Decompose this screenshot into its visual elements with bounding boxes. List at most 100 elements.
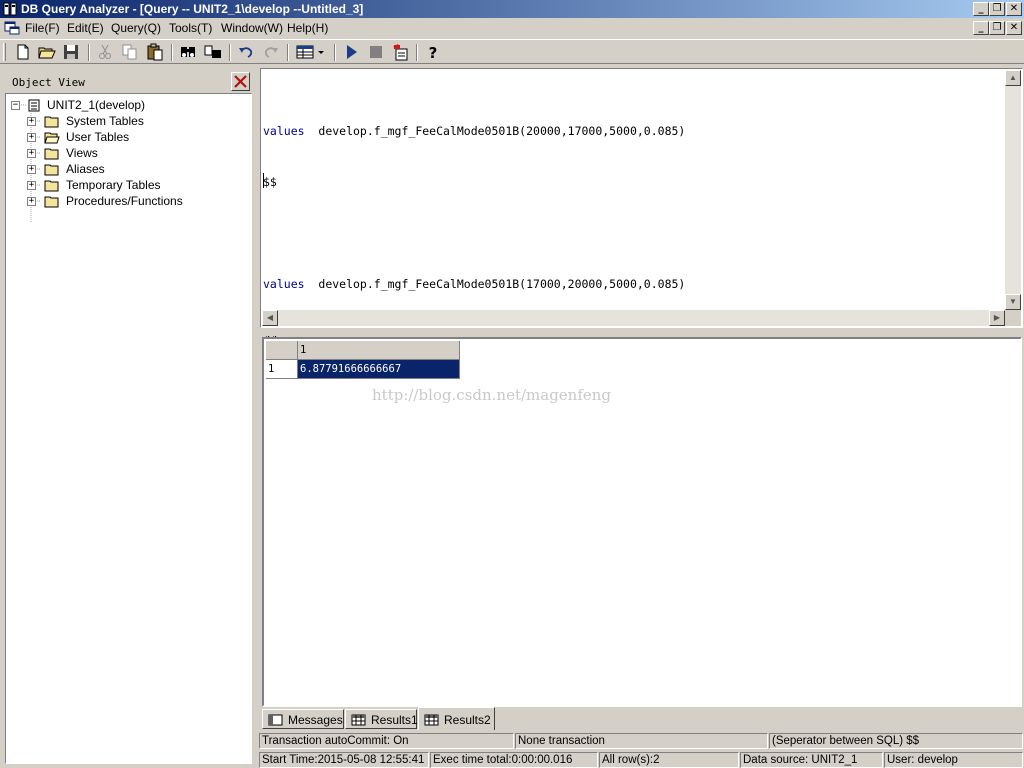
replace-icon[interactable] xyxy=(204,43,222,61)
scroll-left-button[interactable]: ◀ xyxy=(262,310,278,326)
tab-results1[interactable]: Results1 xyxy=(345,709,418,729)
status-transaction: None transaction xyxy=(515,733,768,749)
row-header[interactable]: 1 xyxy=(266,360,298,379)
tab-messages[interactable]: Messages xyxy=(262,709,344,729)
status-exec-time: Exec time total:0:00:00.016 xyxy=(430,752,598,768)
object-view-title: Object View xyxy=(12,76,85,89)
window-title: DB Query Analyzer - [Query -- UNIT2_1\de… xyxy=(21,2,364,16)
results-grid-panel[interactable]: 1 1 6.87791666666667 http://blog.csdn.ne… xyxy=(262,337,1022,707)
toolbar-separator xyxy=(416,44,418,61)
status-row-count: All row(s):2 xyxy=(599,752,739,768)
export-icon[interactable] xyxy=(392,43,410,61)
expand-icon[interactable]: + xyxy=(27,133,36,142)
tree-item-system-tables[interactable]: + System Tables xyxy=(6,113,251,129)
folder-icon xyxy=(44,196,59,208)
copy-icon[interactable] xyxy=(121,43,139,61)
help-icon[interactable]: ? xyxy=(424,43,442,61)
expand-icon[interactable]: + xyxy=(27,117,36,126)
doc-minimize-button[interactable]: _ xyxy=(973,21,989,35)
column-header[interactable]: 1 xyxy=(298,341,460,360)
find-icon[interactable] xyxy=(179,43,197,61)
close-button[interactable]: ✕ xyxy=(1006,2,1022,16)
vertical-scrollbar[interactable]: ▲ ▼ xyxy=(1005,70,1021,310)
expand-icon[interactable]: + xyxy=(27,197,36,206)
new-file-icon[interactable] xyxy=(14,43,32,61)
open-folder-icon[interactable] xyxy=(38,43,56,61)
toolbar-separator xyxy=(229,44,231,61)
tree-root[interactable]: − UNIT2_1(develop) xyxy=(6,97,251,113)
redo-icon[interactable] xyxy=(262,43,280,61)
menu-edit[interactable]: Edit(E) xyxy=(67,21,104,35)
sql-editor[interactable]: values develop.f_mgf_FeeCalMode0501B(200… xyxy=(260,68,1023,342)
folder-icon xyxy=(44,148,59,160)
tab-label: Results1 xyxy=(371,713,418,727)
grid-view-icon[interactable] xyxy=(296,43,326,61)
result-tabs: Messages Results1 Results2 xyxy=(260,707,1024,731)
grid-icon xyxy=(424,714,439,726)
status-bar-top: Transaction autoCommit: On None transact… xyxy=(259,732,1024,750)
toolbar-separator xyxy=(334,44,336,61)
tree-item-user-tables[interactable]: + User Tables xyxy=(6,129,251,145)
database-icon xyxy=(28,99,40,112)
grid-cell-selected[interactable]: 6.87791666666667 xyxy=(298,360,460,379)
folder-icon xyxy=(44,164,59,176)
tree-root-label: UNIT2_1(develop) xyxy=(47,98,146,112)
app-icon xyxy=(3,2,17,16)
tree-item-label: Aliases xyxy=(66,162,105,176)
tree-item-procedures-functions[interactable]: + Procedures/Functions xyxy=(6,193,251,209)
code-text: develop.f_mgf_FeeCalMode0501B(20000,1700… xyxy=(304,124,686,138)
menu-tools[interactable]: Tools(T) xyxy=(169,21,212,35)
undo-icon[interactable] xyxy=(237,43,255,61)
expand-icon[interactable]: + xyxy=(27,181,36,190)
menu-query[interactable]: Query(Q) xyxy=(111,21,161,35)
sql-keyword: values xyxy=(263,124,305,138)
toolbar-grip[interactable] xyxy=(3,43,6,61)
object-tree[interactable]: − UNIT2_1(develop) + System Tables + Use… xyxy=(5,93,252,764)
tab-results2[interactable]: Results2 xyxy=(418,707,495,730)
open-folder-icon xyxy=(44,132,60,144)
vertical-splitter[interactable] xyxy=(254,66,259,768)
paste-icon[interactable] xyxy=(146,43,164,61)
scroll-down-button[interactable]: ▼ xyxy=(1005,294,1021,310)
title-bar[interactable]: DB Query Analyzer - [Query -- UNIT2_1\de… xyxy=(0,0,1024,18)
messages-icon xyxy=(268,714,283,726)
doc-restore-button[interactable]: ❐ xyxy=(989,21,1005,35)
tab-label: Results2 xyxy=(444,713,491,727)
menu-file[interactable]: File(F) xyxy=(25,21,60,35)
menu-bar: File(F) Edit(E) Query(Q) Tools(T) Window… xyxy=(0,18,1024,38)
document-window-icon[interactable] xyxy=(4,21,20,35)
status-separator: (Seperator between SQL) $$ xyxy=(769,733,1023,749)
code-line: $$ xyxy=(263,174,685,191)
tree-item-temporary-tables[interactable]: + Temporary Tables xyxy=(6,177,251,193)
horizontal-scrollbar[interactable]: ◀ ▶ xyxy=(262,310,1005,326)
expand-icon[interactable]: + xyxy=(27,149,36,158)
stop-icon[interactable] xyxy=(367,43,385,61)
cut-icon[interactable] xyxy=(96,43,114,61)
expand-icon[interactable]: + xyxy=(27,165,36,174)
status-bar-bottom: Start Time:2015-05-08 12:55:41 Exec time… xyxy=(259,751,1024,768)
doc-close-button[interactable]: ✕ xyxy=(1006,21,1022,35)
menu-window[interactable]: Window(W) xyxy=(221,21,283,35)
object-view-close-button[interactable] xyxy=(231,72,250,91)
object-view-panel: Object View − UNIT2_1(develop) + System … xyxy=(3,70,253,766)
tree-item-views[interactable]: + Views xyxy=(6,145,251,161)
folder-icon xyxy=(44,116,59,128)
minimize-button[interactable]: _ xyxy=(973,2,989,16)
scroll-up-button[interactable]: ▲ xyxy=(1005,70,1021,86)
scroll-right-button[interactable]: ▶ xyxy=(989,310,1005,326)
execute-icon[interactable] xyxy=(343,43,361,61)
menu-help[interactable]: Help(H) xyxy=(287,21,328,35)
tab-label: Messages xyxy=(288,713,343,727)
restore-button[interactable]: ❐ xyxy=(989,2,1005,16)
save-icon[interactable] xyxy=(62,43,80,61)
text-caret xyxy=(263,173,264,188)
horizontal-splitter[interactable] xyxy=(260,329,1023,336)
toolbar: ? xyxy=(0,39,1024,64)
grid-corner-cell[interactable] xyxy=(266,341,298,360)
tree-item-aliases[interactable]: + Aliases xyxy=(6,161,251,177)
svg-text:?: ? xyxy=(429,44,438,61)
sql-keyword: values xyxy=(263,277,305,291)
status-user: User: develop xyxy=(884,752,1023,768)
tree-item-label: Views xyxy=(66,146,98,160)
collapse-icon[interactable]: − xyxy=(11,101,20,110)
